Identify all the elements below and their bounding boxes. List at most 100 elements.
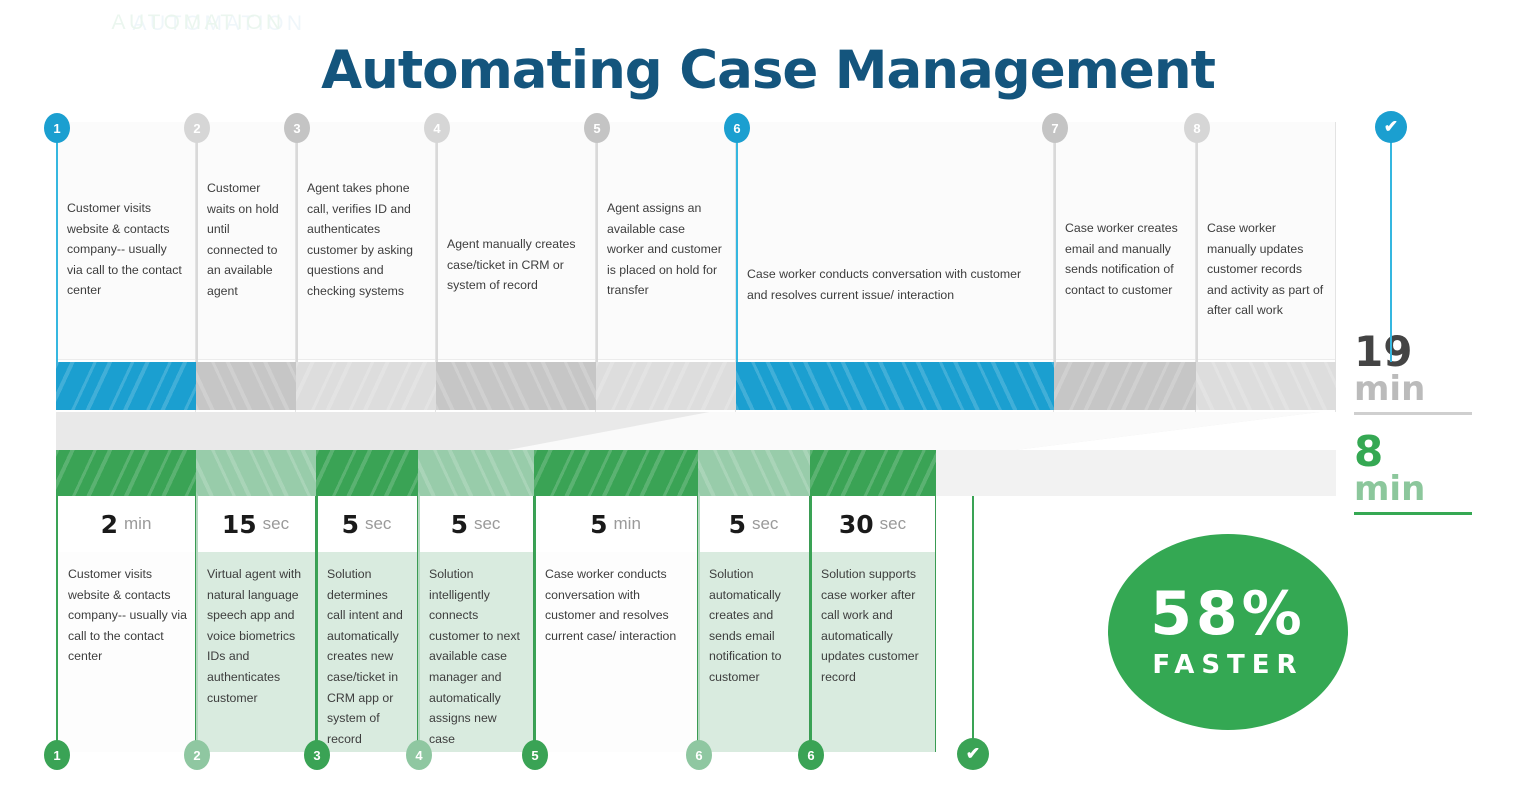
- before-step-marker-6[interactable]: 6: [724, 113, 750, 143]
- after-duration-unit: sec: [751, 514, 779, 533]
- after-step-description: Case worker conducts conversation with c…: [545, 567, 677, 643]
- chevron-pattern-icon: [56, 450, 196, 496]
- after-step-description: Customer visits website & contacts compa…: [68, 567, 187, 664]
- after-step-duration: 5 min: [534, 496, 697, 552]
- before-step-description: Case worker conducts conversation with c…: [747, 267, 1022, 302]
- before-bar-segment: [56, 362, 196, 410]
- before-bar-segment: [596, 362, 736, 410]
- after-bar-segment: [418, 450, 534, 496]
- chevron-pattern-icon: [196, 450, 316, 496]
- before-bar-segment: [1054, 362, 1196, 410]
- chevron-pattern-icon: [316, 450, 418, 496]
- after-label-strong: AFTER: [18, 11, 106, 34]
- after-step-column: 5 sec Solution intelligently connects cust…: [418, 496, 534, 752]
- chevron-pattern-icon: [296, 362, 436, 410]
- after-bar-segment: [196, 450, 316, 496]
- after-duration-unit: min: [613, 514, 641, 533]
- after-duration-value: 30: [838, 509, 874, 539]
- before-step-connector: [436, 136, 438, 362]
- after-step-marker-1[interactable]: 1: [44, 740, 70, 770]
- after-bar-label: AFTER AUTOMATION: [18, 0, 285, 46]
- after-step-duration: 30 sec: [810, 496, 935, 552]
- after-step-connector: [534, 496, 536, 748]
- before-step-marker-2[interactable]: 2: [184, 113, 210, 143]
- after-step-column: 30 sec Solution supports case worker after…: [810, 496, 936, 752]
- before-step-description: Agent assigns an available case worker a…: [607, 201, 722, 298]
- before-step-description: Customer waits on hold until connected t…: [207, 181, 279, 298]
- before-bar-segment: [1196, 362, 1336, 410]
- after-total-value: 8: [1354, 427, 1384, 476]
- before-step-marker-8[interactable]: 8: [1184, 113, 1210, 143]
- after-step-body: Solution automatically creates and sends…: [698, 552, 809, 752]
- after-step-duration: 5 sec: [698, 496, 809, 552]
- after-step-description: Solution intelligently connects customer…: [429, 567, 520, 746]
- after-step-marker-6[interactable]: 6: [686, 740, 712, 770]
- before-automation-bar: [56, 362, 1336, 410]
- after-label-light: AUTOMATION: [111, 11, 285, 34]
- after-bar-segment: [316, 450, 418, 496]
- before-end-connector: [1390, 136, 1392, 362]
- chevron-pattern-icon: [56, 362, 196, 410]
- before-total-rule: [1354, 412, 1472, 415]
- before-step-connector: [196, 136, 198, 362]
- check-icon[interactable]: ✔: [1375, 111, 1407, 143]
- after-step-description: Solution determines call intent and auto…: [327, 567, 403, 746]
- after-step-duration: 15 sec: [196, 496, 315, 552]
- faster-badge-word: FASTER: [1152, 650, 1304, 680]
- after-automation-steps: 2 min Customer visits website & contacts c…: [56, 496, 936, 752]
- before-bar-segment: [196, 362, 296, 410]
- after-step-body: Solution intelligently connects customer…: [418, 552, 533, 752]
- after-step-duration: 5 sec: [316, 496, 417, 552]
- after-step-body: Solution supports case worker after call…: [810, 552, 935, 752]
- after-duration-unit: min: [124, 514, 152, 533]
- before-step-marker-7[interactable]: 7: [1042, 113, 1068, 143]
- before-step-connector: [296, 136, 298, 362]
- after-step-marker-4[interactable]: 4: [406, 740, 432, 770]
- after-total-unit: min: [1354, 469, 1426, 509]
- chevron-pattern-icon: [1196, 362, 1336, 410]
- before-step-connector: [56, 136, 58, 362]
- infographic-canvas: Automating Case Management Customer visi…: [0, 0, 1536, 802]
- chevron-pattern-icon: [810, 450, 936, 496]
- chevron-pattern-icon: [436, 362, 596, 410]
- before-step-description: Case worker manually updates customer re…: [1207, 221, 1324, 318]
- after-step-column: 2 min Customer visits website & contacts c…: [56, 496, 196, 752]
- after-duration-unit: sec: [879, 514, 907, 533]
- after-step-duration: 5 sec: [418, 496, 533, 552]
- before-step-marker-4[interactable]: 4: [424, 113, 450, 143]
- after-step-connector: [810, 496, 812, 748]
- after-step-connector: [418, 496, 420, 748]
- after-step-connector: [316, 496, 318, 748]
- after-duration-value: 15: [221, 509, 257, 539]
- after-duration-unit: sec: [473, 514, 501, 533]
- chevron-pattern-icon: [196, 362, 296, 410]
- chevron-pattern-icon: [418, 450, 534, 496]
- before-step-connector: [596, 136, 598, 362]
- after-step-marker-3[interactable]: 3: [304, 740, 330, 770]
- before-step-marker-5[interactable]: 5: [584, 113, 610, 143]
- after-bar-segment: [810, 450, 936, 496]
- chevron-pattern-icon: [1054, 362, 1196, 410]
- after-duration-unit: sec: [364, 514, 392, 533]
- after-step-marker-2[interactable]: 2: [184, 740, 210, 770]
- after-bar-segment: [534, 450, 698, 496]
- chevron-pattern-icon: [736, 362, 1054, 410]
- page-title: Automating Case Management: [321, 40, 1216, 101]
- after-step-marker-5[interactable]: 5: [522, 740, 548, 770]
- before-total-unit: min: [1354, 369, 1426, 409]
- faster-badge: 58% FASTER: [1108, 534, 1348, 730]
- before-bar-segment: [736, 362, 1054, 410]
- after-step-connector: [56, 496, 58, 748]
- before-step-marker-1[interactable]: 1: [44, 113, 70, 143]
- after-step-marker-6[interactable]: 6: [798, 740, 824, 770]
- after-step-column: 5 sec Solution automatically creates and s…: [698, 496, 810, 752]
- chevron-pattern-icon: [596, 362, 736, 410]
- before-step-marker-3[interactable]: 3: [284, 113, 310, 143]
- after-total: 8 min: [1354, 427, 1472, 515]
- after-step-body: Case worker conducts conversation with c…: [534, 552, 697, 752]
- after-end-connector: [972, 496, 974, 746]
- check-icon[interactable]: ✔: [957, 738, 989, 770]
- before-bar-segment: [436, 362, 596, 410]
- after-step-description: Solution automatically creates and sends…: [709, 567, 782, 684]
- before-step-description: Agent takes phone call, verifies ID and …: [307, 181, 413, 298]
